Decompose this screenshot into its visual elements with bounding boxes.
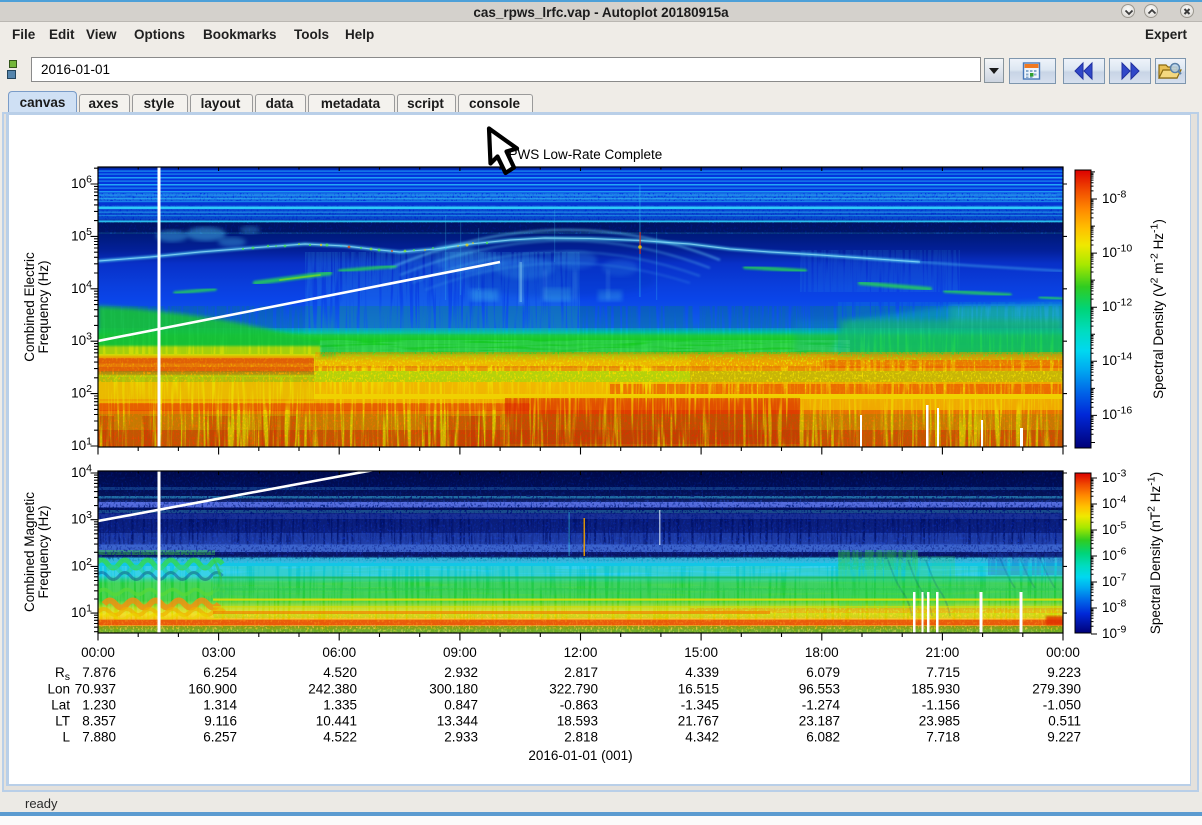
svg-text:101: 101 [71, 436, 92, 454]
svg-text:6.079: 6.079 [806, 665, 840, 680]
svg-text:18:00: 18:00 [805, 645, 839, 660]
svg-text:16.515: 16.515 [678, 682, 719, 697]
svg-text:10-5: 10-5 [1102, 520, 1127, 538]
svg-text:09:00: 09:00 [443, 645, 477, 660]
svg-text:70.937: 70.937 [75, 682, 116, 697]
svg-text:-1.274: -1.274 [802, 698, 841, 713]
svg-text:10-10: 10-10 [1102, 243, 1132, 261]
svg-text:322.790: 322.790 [549, 682, 598, 697]
svg-text:185.930: 185.930 [911, 682, 960, 697]
svg-text:10-4: 10-4 [1102, 494, 1127, 512]
svg-text:23.187: 23.187 [799, 714, 840, 729]
svg-text:9.116: 9.116 [204, 714, 237, 729]
svg-text:0.847: 0.847 [444, 698, 478, 713]
svg-text:Frequency (Hz): Frequency (Hz) [36, 260, 51, 353]
svg-text:10-8: 10-8 [1102, 598, 1127, 616]
svg-text:4.522: 4.522 [323, 730, 357, 745]
svg-text:-0.863: -0.863 [560, 698, 598, 713]
svg-text:1.314: 1.314 [203, 698, 237, 713]
svg-text:9.227: 9.227 [1047, 730, 1081, 745]
svg-text:LT: LT [55, 714, 70, 729]
svg-text:101: 101 [71, 603, 92, 621]
svg-text:21.767: 21.767 [678, 714, 719, 729]
svg-text:4.342: 4.342 [685, 730, 719, 745]
svg-text:06:00: 06:00 [322, 645, 356, 660]
svg-text:00:00: 00:00 [81, 645, 115, 660]
svg-text:10-6: 10-6 [1102, 546, 1127, 564]
svg-text:2.933: 2.933 [444, 730, 478, 745]
svg-text:104: 104 [71, 463, 92, 481]
svg-text:96.553: 96.553 [799, 682, 840, 697]
svg-text:00:00: 00:00 [1046, 645, 1080, 660]
svg-text:300.180: 300.180 [429, 682, 478, 697]
svg-text:Rs: Rs [55, 665, 70, 683]
svg-text:Combined Electric: Combined Electric [22, 252, 37, 362]
svg-text:7.876: 7.876 [82, 665, 116, 680]
svg-text:160.900: 160.900 [188, 682, 237, 697]
svg-text:12:00: 12:00 [564, 645, 598, 660]
svg-text:10-12: 10-12 [1102, 297, 1132, 315]
svg-text:6.257: 6.257 [203, 730, 237, 745]
svg-text:-1.156: -1.156 [922, 698, 960, 713]
svg-text:Combined Magnetic: Combined Magnetic [22, 492, 37, 612]
svg-text:102: 102 [71, 556, 92, 574]
svg-text:18.593: 18.593 [557, 714, 598, 729]
svg-text:279.390: 279.390 [1032, 682, 1081, 697]
svg-text:10-16: 10-16 [1102, 405, 1132, 423]
svg-text:104: 104 [71, 278, 92, 296]
svg-text:10-7: 10-7 [1102, 572, 1127, 590]
svg-text:1.230: 1.230 [82, 698, 116, 713]
svg-text:Lat: Lat [51, 698, 70, 713]
svg-text:Spectral Density (V2 m-2 Hz-1): Spectral Density (V2 m-2 Hz-1) [1149, 219, 1167, 399]
svg-text:6.254: 6.254 [203, 665, 237, 680]
svg-text:6.082: 6.082 [806, 730, 840, 745]
svg-text:103: 103 [71, 509, 92, 527]
svg-text:Lon: Lon [47, 682, 70, 697]
svg-text:2.818: 2.818 [564, 730, 598, 745]
svg-text:102: 102 [71, 383, 92, 401]
svg-text:242.380: 242.380 [308, 682, 357, 697]
svg-text:7.880: 7.880 [82, 730, 116, 745]
svg-text:4.339: 4.339 [685, 665, 719, 680]
svg-text:103: 103 [71, 331, 92, 349]
svg-text:Spectral Density (nT2 Hz-1): Spectral Density (nT2 Hz-1) [1146, 472, 1164, 634]
svg-text:7.715: 7.715 [926, 665, 960, 680]
svg-text:7.718: 7.718 [926, 730, 960, 745]
svg-text:03:00: 03:00 [202, 645, 236, 660]
svg-text:10-8: 10-8 [1102, 189, 1127, 207]
svg-text:Frequency (Hz): Frequency (Hz) [36, 505, 51, 598]
svg-text:0.511: 0.511 [1048, 714, 1081, 729]
svg-text:10.441: 10.441 [316, 714, 357, 729]
svg-text:10-14: 10-14 [1102, 351, 1132, 369]
svg-text:8.357: 8.357 [82, 714, 116, 729]
svg-text:106: 106 [71, 174, 92, 192]
svg-text:RPWS Low-Rate Complete: RPWS Low-Rate Complete [499, 147, 663, 162]
svg-text:15:00: 15:00 [684, 645, 718, 660]
svg-text:13.344: 13.344 [437, 714, 479, 729]
svg-text:10-3: 10-3 [1102, 468, 1127, 486]
svg-text:L: L [62, 730, 70, 745]
svg-text:105: 105 [71, 226, 92, 244]
svg-text:-1.050: -1.050 [1043, 698, 1081, 713]
svg-text:9.223: 9.223 [1047, 665, 1081, 680]
svg-text:2.817: 2.817 [564, 665, 598, 680]
svg-text:4.520: 4.520 [323, 665, 357, 680]
svg-text:10-9: 10-9 [1102, 624, 1127, 642]
svg-text:23.985: 23.985 [919, 714, 960, 729]
svg-text:1.335: 1.335 [323, 698, 357, 713]
svg-text:2.932: 2.932 [444, 665, 478, 680]
svg-text:21:00: 21:00 [925, 645, 959, 660]
svg-text:2016-01-01 (001): 2016-01-01 (001) [528, 748, 632, 763]
svg-text:-1.345: -1.345 [681, 698, 719, 713]
